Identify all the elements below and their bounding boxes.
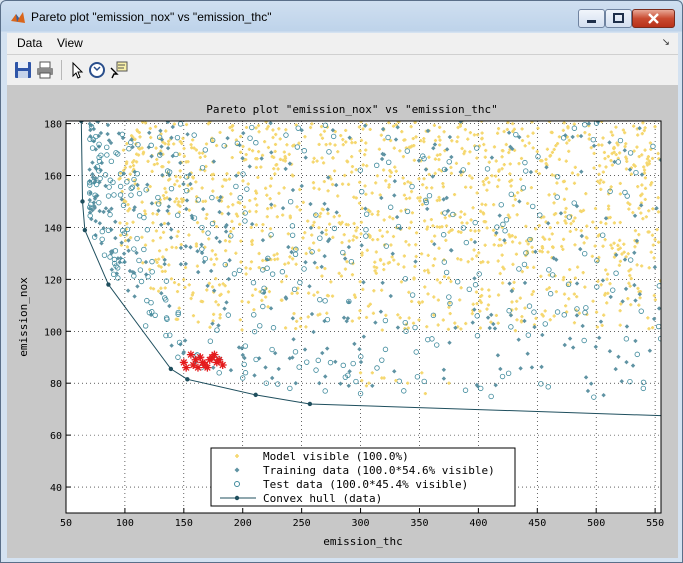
highlight-star bbox=[208, 353, 217, 362]
y-tick-label: 140 bbox=[44, 223, 62, 234]
save-icon[interactable] bbox=[13, 60, 33, 80]
x-tick-label: 550 bbox=[646, 518, 664, 529]
hull-vertex bbox=[253, 392, 258, 398]
y-axis-label: emission_nox bbox=[17, 277, 30, 357]
y-tick-label: 80 bbox=[50, 379, 62, 390]
hull-vertex bbox=[82, 227, 88, 233]
x-tick-label: 350 bbox=[410, 518, 428, 529]
maximize-button[interactable] bbox=[605, 9, 632, 28]
matlab-icon bbox=[11, 12, 25, 23]
hull-vertex bbox=[106, 282, 111, 287]
x-tick-label: 450 bbox=[528, 518, 546, 529]
menu-bar: Data View ↘ bbox=[7, 33, 678, 55]
maximize-icon bbox=[613, 13, 624, 23]
x-tick-label: 300 bbox=[352, 518, 370, 529]
legend[interactable]: Model visible (100.0%)Training data (100… bbox=[210, 447, 516, 507]
y-tick-label: 180 bbox=[44, 120, 62, 131]
hull-vertex bbox=[307, 401, 313, 407]
print-icon[interactable] bbox=[35, 60, 55, 80]
y-tick-label: 160 bbox=[44, 172, 62, 183]
rotate-icon[interactable] bbox=[87, 60, 107, 80]
highlight-star bbox=[182, 363, 191, 372]
hull-vertex bbox=[80, 199, 85, 204]
minimize-icon bbox=[587, 20, 596, 23]
chart-title: Pareto plot "emission_nox" vs "emission_… bbox=[206, 103, 497, 116]
close-icon bbox=[648, 13, 659, 24]
highlight-star bbox=[218, 361, 227, 370]
legend-label: Convex hull (data) bbox=[263, 492, 382, 505]
legend-label: Test data (100.0*45.4% visible) bbox=[263, 478, 468, 491]
x-tick-label: 150 bbox=[175, 518, 193, 529]
y-tick-label: 60 bbox=[50, 431, 62, 442]
x-tick-label: 400 bbox=[469, 518, 487, 529]
minimize-button[interactable] bbox=[578, 9, 605, 28]
x-tick-label: 50 bbox=[60, 518, 72, 529]
toolbar bbox=[7, 55, 678, 86]
close-button[interactable] bbox=[632, 9, 675, 28]
x-tick-label: 250 bbox=[293, 518, 311, 529]
legend-label: Model visible (100.0%) bbox=[263, 450, 409, 463]
y-tick-label: 40 bbox=[50, 483, 62, 494]
x-tick-label: 200 bbox=[234, 518, 252, 529]
window-title: Pareto plot "emission_nox" vs "emission_… bbox=[31, 10, 272, 24]
highlight-star bbox=[193, 363, 202, 372]
title-bar: Pareto plot "emission_nox" vs "emission_… bbox=[1, 1, 682, 33]
dock-arrow-icon[interactable]: ↘ bbox=[662, 37, 670, 48]
legend-marker-hull-dot bbox=[234, 495, 240, 501]
pointer-icon[interactable] bbox=[67, 60, 87, 80]
y-tick-label: 120 bbox=[44, 275, 62, 286]
pareto-plot[interactable]: Pareto plot "emission_nox" vs "emission_… bbox=[7, 86, 678, 558]
x-tick-label: 500 bbox=[587, 518, 605, 529]
hull-vertex bbox=[168, 366, 174, 372]
y-tick-label: 100 bbox=[44, 327, 62, 338]
highlight-star bbox=[203, 363, 212, 372]
data-cursor-icon[interactable] bbox=[109, 60, 129, 80]
x-tick-label: 100 bbox=[116, 518, 134, 529]
figure-area: Pareto plot "emission_nox" vs "emission_… bbox=[7, 86, 678, 558]
hull-vertex bbox=[185, 377, 190, 382]
menu-view[interactable]: View bbox=[57, 36, 83, 50]
legend-label: Training data (100.0*54.6% visible) bbox=[263, 464, 495, 477]
x-axis-label: emission_thc bbox=[323, 535, 402, 548]
figure-window: Pareto plot "emission_nox" vs "emission_… bbox=[0, 0, 683, 563]
menu-data[interactable]: Data bbox=[17, 36, 42, 50]
toolbar-separator bbox=[61, 60, 62, 80]
